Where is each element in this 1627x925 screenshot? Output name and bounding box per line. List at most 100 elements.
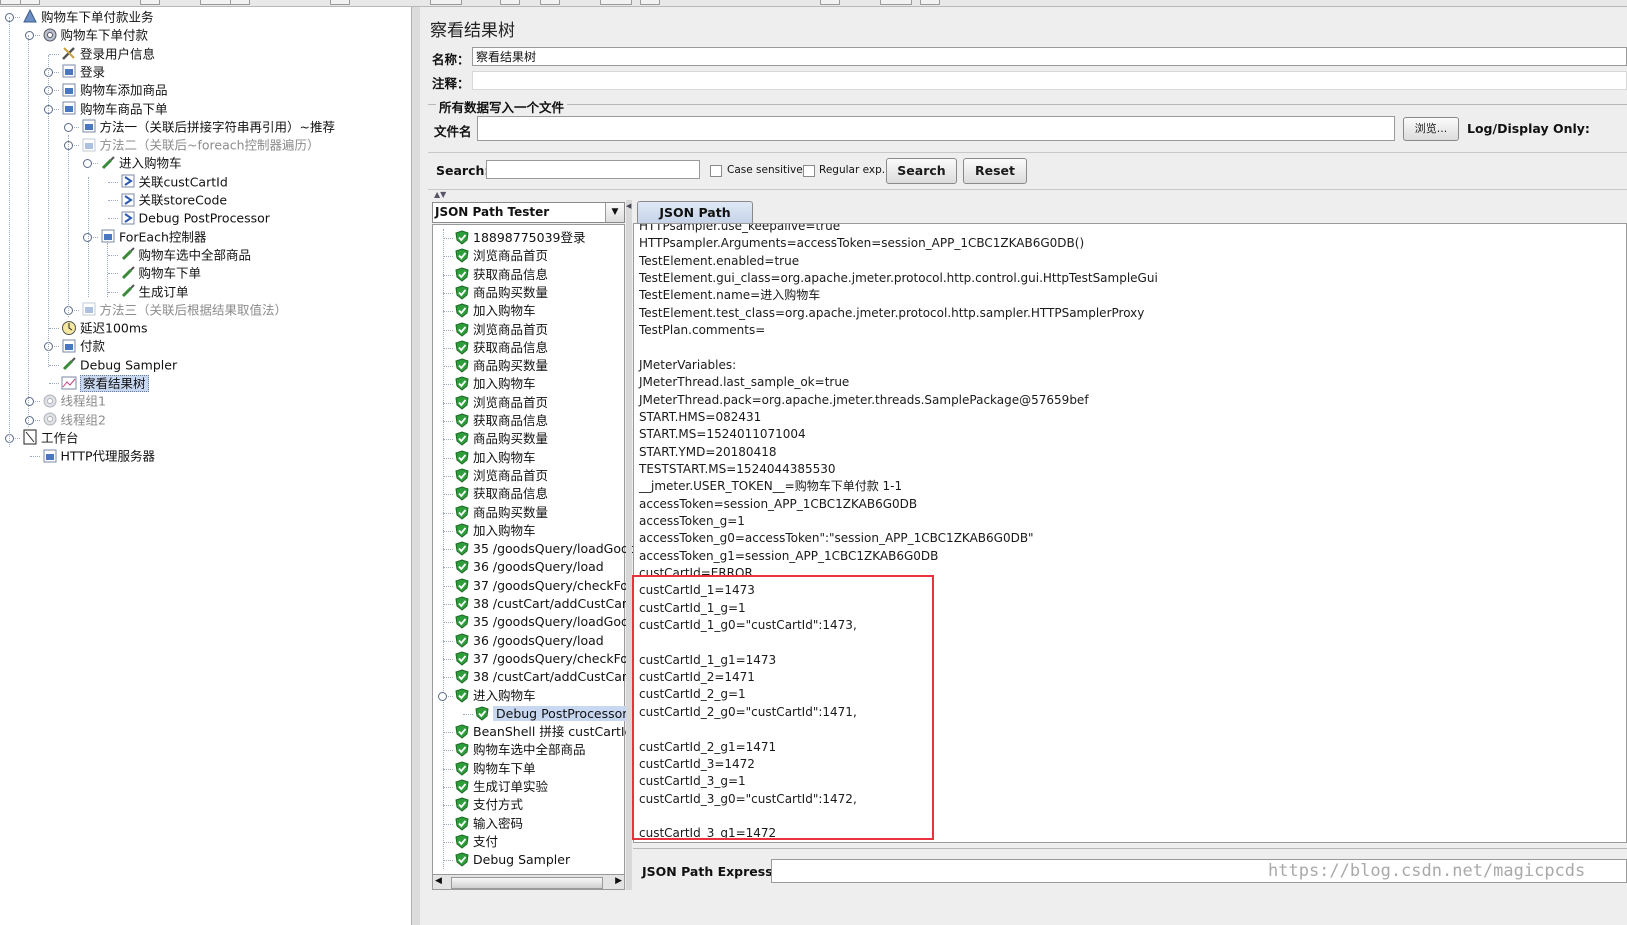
result-item[interactable]: 商品购买数量 <box>455 357 548 375</box>
tree-node[interactable]: 购物车下单付款 <box>42 26 148 44</box>
result-item[interactable]: 商品购买数量 <box>455 430 548 448</box>
result-item[interactable]: 35 /goodsQuery/loadGoodsE <box>455 613 651 631</box>
result-item[interactable]: 加入购物车 <box>455 375 536 393</box>
result-item[interactable]: 浏览商品首页 <box>455 321 548 339</box>
result-item[interactable]: 获取商品信息 <box>455 339 548 357</box>
filename-field[interactable] <box>477 116 1395 141</box>
result-item-label: 浏览商品首页 <box>473 248 549 264</box>
result-item[interactable]: 37 /goodsQuery/checkForBu <box>455 650 650 668</box>
tree-node[interactable]: 购物车商品下单 <box>61 100 168 118</box>
result-item[interactable]: 生成订单实验 <box>455 778 548 796</box>
name-field[interactable]: 察看结果树 <box>472 47 1627 66</box>
results-horizontal-scrollbar[interactable]: ◀ ▶ <box>432 874 625 890</box>
result-item[interactable]: 进入购物车 <box>455 687 536 705</box>
result-item[interactable]: 浏览商品首页 <box>455 247 548 265</box>
collapse-arrows-icon[interactable]: ▲▼ <box>434 190 446 199</box>
result-item[interactable]: 35 /goodsQuery/loadGoodsE <box>455 540 651 558</box>
result-item[interactable]: Debug PostProcessor <box>475 705 631 723</box>
tree-node[interactable]: 线程组2 <box>42 411 106 429</box>
tree-node[interactable]: Debug PostProcessor <box>120 209 270 227</box>
result-item[interactable]: Debug Sampler <box>455 851 570 869</box>
result-item[interactable]: 获取商品信息 <box>455 266 548 284</box>
toolbar-button[interactable] <box>600 0 632 5</box>
result-item[interactable]: 37 /goodsQuery/checkForBu <box>455 577 650 595</box>
regular-exp-checkbox[interactable] <box>803 165 815 177</box>
reset-button[interactable]: Reset <box>963 158 1027 184</box>
tree-node[interactable]: HTTP代理服务器 <box>42 447 155 465</box>
tree-node[interactable]: 进入购物车 <box>100 154 182 172</box>
toolbar-button[interactable] <box>640 0 660 5</box>
result-item[interactable]: 获取商品信息 <box>455 485 548 503</box>
tree-node[interactable]: 方法二（关联后~foreach控制器遍历） <box>81 136 320 154</box>
tree-expander-icon[interactable] <box>63 122 73 132</box>
scroll-right-icon[interactable]: ▶ <box>615 876 622 886</box>
split-arrow-icon[interactable]: ◀ <box>626 202 631 210</box>
tree-node[interactable]: 登录 <box>61 63 105 81</box>
result-item[interactable]: 38 /custCart/addCustCart <box>455 668 632 686</box>
result-item[interactable]: 购物车下单 <box>455 760 536 778</box>
toolbar-button[interactable] <box>140 0 160 5</box>
result-item[interactable]: 加入购物车 <box>455 302 536 320</box>
tab-json-path-tester[interactable]: JSON Path Tester <box>637 201 753 242</box>
tree-node[interactable]: 关联storeCode <box>120 191 227 209</box>
tree-node[interactable]: 察看结果树 <box>61 374 149 392</box>
scroll-thumb[interactable] <box>451 877 603 889</box>
result-item[interactable]: 商品购买数量 <box>455 284 548 302</box>
toolbar-button[interactable] <box>920 0 940 5</box>
tree-node[interactable]: 方法一（关联后拼接字符串再引用）~推荐 <box>81 118 335 136</box>
results-tree[interactable]: 18898775039登录 浏览商品首页 获取商品信息 商品购买数量 加入购物车 浏览商品… <box>432 224 651 890</box>
tree-node[interactable]: 购物车下单付款业务 <box>22 8 154 26</box>
result-item[interactable]: 支付 <box>455 833 498 851</box>
toolbar-button[interactable] <box>200 0 232 5</box>
tree-node[interactable]: 工作台 <box>22 429 79 447</box>
tree-node[interactable]: 关联custCartId <box>120 173 228 191</box>
tree-node[interactable]: 购物车选中全部商品 <box>120 246 251 264</box>
toolbar-button[interactable] <box>230 0 250 5</box>
tree-node[interactable]: Debug Sampler <box>61 356 177 374</box>
renderer-select[interactable]: JSON Path Tester ▼ <box>432 202 625 223</box>
tree-node[interactable]: 延迟100ms <box>61 319 148 337</box>
result-item[interactable]: 加入购物车 <box>455 522 536 540</box>
result-item[interactable]: 购物车选中全部商品 <box>455 741 586 759</box>
result-item[interactable]: 浏览商品首页 <box>455 467 548 485</box>
tree-expander-icon[interactable] <box>24 31 34 41</box>
tree-node[interactable]: 付款 <box>61 337 105 355</box>
tree-expander-icon[interactable] <box>438 691 447 701</box>
result-item[interactable]: BeanShell 拼接 custCartId <box>455 723 633 741</box>
toolbar-button[interactable] <box>430 0 462 5</box>
tree-node[interactable]: 生成订单 <box>120 283 189 301</box>
tree-node[interactable]: ForEach控制器 <box>100 228 206 246</box>
search-input[interactable] <box>486 160 700 179</box>
result-item[interactable]: 36 /goodsQuery/load <box>455 632 604 650</box>
result-item[interactable]: 商品购买数量 <box>455 504 548 522</box>
result-item[interactable]: 支付方式 <box>455 796 523 814</box>
tree-node[interactable]: 方法三（关联后根据结果取值法） <box>81 301 287 319</box>
scroll-left-icon[interactable]: ◀ <box>435 876 442 886</box>
search-button[interactable]: Search <box>886 158 957 184</box>
test-plan-tree[interactable]: 购物车下单付款业务 购物车下单付款 登录用户信息 登录 购物车添加商品 购物车商品下单 方法… <box>0 7 410 925</box>
case-sensitive-checkbox[interactable] <box>710 165 722 177</box>
result-item[interactable]: 获取商品信息 <box>455 412 548 430</box>
toolbar-button[interactable] <box>540 0 560 5</box>
result-item[interactable]: 38 /custCart/addCustCart <box>455 595 632 613</box>
comment-field[interactable] <box>472 71 1627 90</box>
toolbar-button[interactable] <box>20 0 40 5</box>
result-item[interactable]: 浏览商品首页 <box>455 394 548 412</box>
tree-node[interactable]: 登录用户信息 <box>61 45 155 63</box>
tree-expander-icon[interactable] <box>24 415 34 425</box>
tree-node[interactable]: 购物车下单 <box>120 264 201 282</box>
result-item[interactable]: 36 /goodsQuery/load <box>455 558 604 576</box>
toolbar-button[interactable] <box>880 0 912 5</box>
result-item[interactable]: 18898775039登录 <box>455 229 585 247</box>
browse-button[interactable]: 浏览... <box>1403 117 1459 141</box>
toolbar-button[interactable] <box>330 0 350 5</box>
toolbar-button[interactable] <box>820 0 840 5</box>
chevron-down-icon[interactable]: ▼ <box>605 203 624 222</box>
toolbar-button[interactable] <box>500 0 520 5</box>
tree-expander-icon[interactable] <box>83 159 92 169</box>
result-item[interactable]: 加入购物车 <box>455 449 536 467</box>
tree-expander-icon[interactable] <box>24 397 34 407</box>
tree-node[interactable]: 购物车添加商品 <box>61 81 168 99</box>
tree-node[interactable]: 线程组1 <box>42 392 106 410</box>
result-item[interactable]: 输入密码 <box>455 815 523 833</box>
